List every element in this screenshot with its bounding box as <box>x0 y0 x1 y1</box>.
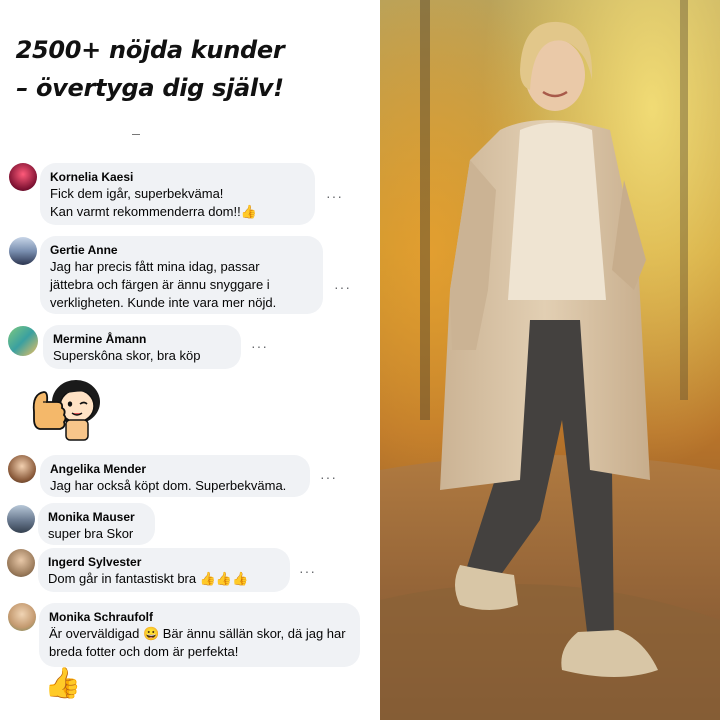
comment-bubble: Gertie Anne Jag har precis fått mina ida… <box>40 236 323 314</box>
more-options-icon[interactable]: ··· <box>299 563 316 579</box>
divider <box>132 134 140 135</box>
comment-text: jättebra och färgen är ännu snyggare i <box>50 277 270 292</box>
comment-text: breda fotter och dom är perfekta! <box>49 644 239 659</box>
woman-walking-autumn-photo <box>380 0 720 720</box>
commenter-name[interactable]: Mermine Åmann <box>53 332 229 347</box>
comment-text: Dom går in fantastiskt bra 👍👍👍 <box>48 571 249 586</box>
comment-bubble: Ingerd Sylvester Dom går in fantastiskt … <box>38 548 290 592</box>
more-options-icon[interactable]: ··· <box>334 279 351 295</box>
comment-bubble: Mermine Åmann Superskôna skor, bra köp <box>43 325 241 369</box>
comment-bubble: Monika Schraufolf Är overväldigad 😀 Bär … <box>39 603 360 667</box>
comment-text: Jag har precis fått mina idag, passar <box>50 259 260 274</box>
comment-text: Är overväldigad 😀 Bär ännu sällän skor, … <box>49 626 346 641</box>
headline-line-1: 2500+ nöjda kunder <box>15 36 285 64</box>
commenter-name[interactable]: Angelika Mender <box>50 462 298 477</box>
avatar[interactable] <box>9 163 37 191</box>
comment-text: Jag har också köpt dom. Superbekväma. <box>50 478 287 493</box>
comment-bubble: Angelika Mender Jag har också köpt dom. … <box>40 455 310 497</box>
commenter-name[interactable]: Ingerd Sylvester <box>48 555 278 570</box>
avatar[interactable] <box>9 237 37 265</box>
more-options-icon[interactable]: ··· <box>326 188 343 204</box>
headline-line-2: – övertyga dig själv! <box>16 74 284 102</box>
avatar[interactable] <box>8 326 38 356</box>
comment-text: Superskôna skor, bra köp <box>53 348 201 363</box>
commenter-name[interactable]: Monika Mauser <box>48 510 143 525</box>
comment-text: verkligheten. Kunde inte vara mer nöjd. <box>50 295 277 310</box>
thumbs-up-icon: 👍 <box>44 666 82 701</box>
comment-text: Kan varmt rekommenderra dom!!👍 <box>50 204 257 219</box>
comment-text: super bra Skor <box>48 526 134 541</box>
commenter-name[interactable]: Gertie Anne <box>50 243 311 258</box>
more-options-icon[interactable]: ··· <box>320 469 337 485</box>
avatar[interactable] <box>8 455 36 483</box>
commenter-name[interactable]: Monika Schraufolf <box>49 610 348 625</box>
commenter-name[interactable]: Kornelia Kaesi <box>50 170 303 185</box>
comment-bubble: Kornelia Kaesi Fick dem igår, superbekvä… <box>40 163 315 225</box>
product-photo <box>380 0 720 720</box>
comment-text: Fick dem igår, superbekväma! <box>50 186 224 201</box>
comments-panel: 2500+ nöjda kunder – övertyga dig själv!… <box>0 0 380 720</box>
avatar[interactable] <box>7 505 35 533</box>
avatar[interactable] <box>8 603 36 631</box>
thumbs-up-girl-sticker <box>28 372 104 446</box>
more-options-icon[interactable]: ··· <box>251 338 268 354</box>
avatar[interactable] <box>7 549 35 577</box>
comment-bubble: Monika Mauser super bra Skor <box>38 503 155 545</box>
